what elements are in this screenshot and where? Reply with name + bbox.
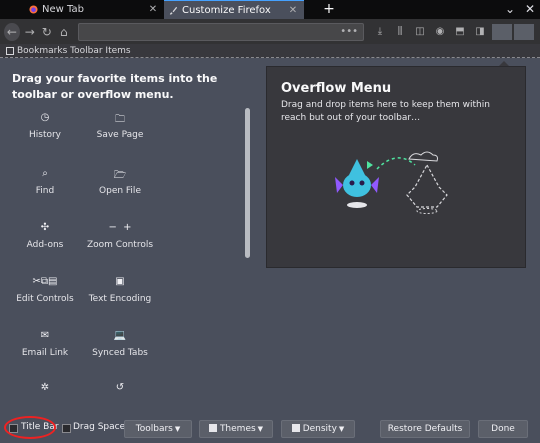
overflow-description: Drag and drop items here to keep them wi… bbox=[281, 100, 490, 123]
text-encoding-icon: ▣ bbox=[115, 276, 125, 287]
folder-icon: 🗁 bbox=[113, 170, 127, 181]
navigation-toolbar: ← → ↻ ⌂ ••• ⤓ ⫼ ◫ ◉ ⬒ ◨ bbox=[0, 19, 540, 44]
palette-item-label: Save Page bbox=[96, 130, 144, 140]
toolbars-button[interactable]: Toolbars ▼ bbox=[124, 420, 192, 438]
density-button[interactable]: Density ▼ bbox=[281, 420, 355, 438]
close-icon[interactable]: ✕ bbox=[148, 4, 158, 15]
tab-label: New Tab bbox=[42, 4, 84, 15]
close-window-button[interactable]: ✕ bbox=[520, 0, 540, 19]
palette-item-label: Synced Tabs bbox=[92, 348, 148, 358]
done-label: Done bbox=[491, 424, 515, 434]
account-icon[interactable]: ◉ bbox=[432, 24, 448, 40]
close-icon[interactable]: ✕ bbox=[288, 5, 298, 16]
bookmarks-toolbar[interactable]: Bookmarks Toolbar Items bbox=[0, 44, 540, 58]
palette-heading: Drag your favorite items into the toolba… bbox=[12, 72, 218, 101]
themes-button[interactable]: Themes ▼ bbox=[199, 420, 273, 438]
laptop-icon: 💻 bbox=[113, 330, 127, 341]
back-button[interactable]: ← bbox=[4, 22, 20, 41]
toolbar-placeholder[interactable] bbox=[514, 23, 534, 40]
chevron-down-icon: ▼ bbox=[257, 425, 264, 433]
save-page-icon: 🗀 bbox=[115, 114, 125, 125]
done-button[interactable]: Done bbox=[478, 420, 528, 438]
chevron-down-icon: ▼ bbox=[338, 425, 345, 433]
tab-customize-firefox[interactable]: Customize Firefox ✕ bbox=[164, 0, 304, 19]
download-icon[interactable]: ⤓ bbox=[372, 24, 388, 40]
chevron-down-icon: ▼ bbox=[174, 425, 181, 433]
url-bar[interactable]: ••• bbox=[77, 22, 364, 41]
theme-icon bbox=[208, 424, 217, 432]
tab-label: Customize Firefox bbox=[182, 4, 271, 16]
sidebar-icon[interactable]: ◫ bbox=[412, 24, 428, 40]
library-icon[interactable]: ⫼ bbox=[392, 24, 408, 40]
palette-item-open-file[interactable]: 🗁 Open File bbox=[75, 168, 165, 196]
restore-defaults-label: Restore Defaults bbox=[387, 424, 463, 434]
history-restore-icon: ↺ bbox=[115, 382, 125, 393]
themes-label: Themes bbox=[219, 424, 256, 434]
palette-item-zoom-controls[interactable]: − + Zoom Controls bbox=[75, 222, 165, 250]
overflow-illustration bbox=[335, 151, 448, 214]
palette-scrollbar-thumb[interactable] bbox=[245, 108, 250, 258]
toolbars-label: Toolbars bbox=[135, 424, 173, 434]
home-button[interactable]: ⌂ bbox=[57, 24, 71, 40]
new-tab-button[interactable]: + bbox=[319, 0, 339, 19]
density-label: Density bbox=[302, 424, 337, 434]
tab-new-tab[interactable]: New Tab ✕ bbox=[24, 0, 164, 19]
palette-item-label: Text Encoding bbox=[88, 294, 152, 304]
overflow-title: Overflow Menu bbox=[281, 81, 392, 96]
overflow-panel[interactable]: Overflow Menu Drag and drop items here t… bbox=[266, 66, 526, 268]
extension-icon-2[interactable]: ◨ bbox=[472, 24, 488, 40]
customize-footer: Title Bar Drag Space Toolbars ▼ Themes ▼ D… bbox=[0, 418, 540, 443]
toolbar-placeholder[interactable] bbox=[492, 23, 512, 40]
toolbar-icons: ⤓ ⫼ ◫ ◉ ⬒ ◨ bbox=[372, 23, 536, 40]
bookmarks-toolbar-label: Bookmarks Toolbar Items bbox=[17, 45, 131, 56]
chevron-down-icon[interactable]: ⌄ bbox=[500, 0, 520, 19]
palette-item-label: Zoom Controls bbox=[86, 240, 154, 250]
palette-item-forget[interactable]: ↺ bbox=[75, 382, 165, 396]
firefox-logo-icon bbox=[29, 5, 38, 14]
forward-button[interactable]: → bbox=[23, 24, 37, 40]
bookmark-star-icon bbox=[6, 46, 14, 55]
page-actions-icon[interactable]: ••• bbox=[340, 26, 358, 37]
brush-icon bbox=[169, 6, 178, 15]
drag-space-label[interactable]: Drag Space bbox=[73, 422, 125, 432]
drag-space-checkbox[interactable] bbox=[62, 424, 71, 433]
tab-strip: New Tab ✕ Customize Firefox ✕ + ⌄ ✕ bbox=[0, 0, 540, 19]
palette-item-label: Open File bbox=[99, 186, 141, 196]
palette-item-text-encoding[interactable]: ▣ Text Encoding bbox=[75, 276, 165, 304]
palette-item-save-page[interactable]: 🗀 Save Page bbox=[75, 112, 165, 140]
extension-icon[interactable]: ⬒ bbox=[452, 24, 468, 40]
annotation-highlight-circle bbox=[4, 416, 56, 439]
density-icon bbox=[291, 424, 300, 432]
palette-item-synced-tabs[interactable]: 💻 Synced Tabs bbox=[75, 330, 165, 358]
restore-defaults-button[interactable]: Restore Defaults bbox=[380, 420, 470, 438]
reload-button[interactable]: ↻ bbox=[40, 24, 54, 40]
zoom-icon: − + bbox=[108, 222, 132, 233]
